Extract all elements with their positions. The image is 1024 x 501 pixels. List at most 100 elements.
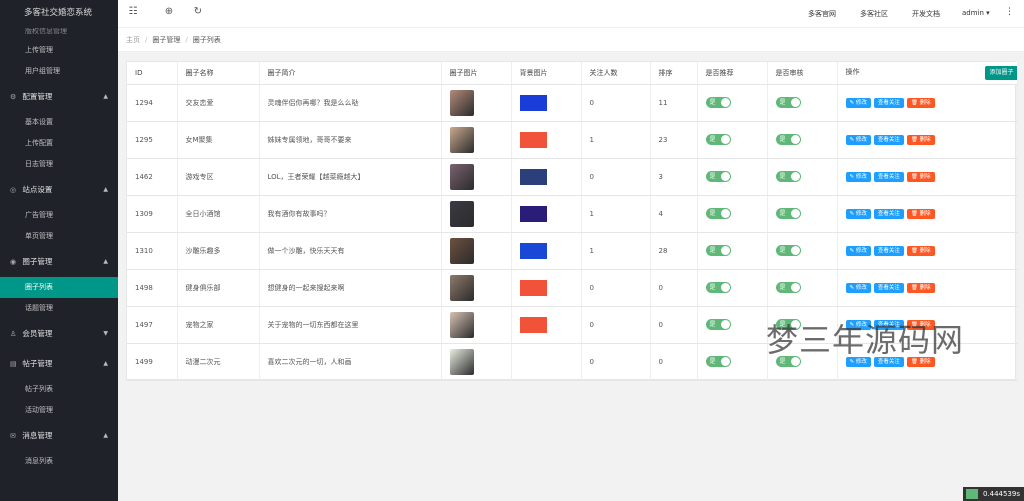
user-menu[interactable]: admin ▾ (962, 9, 990, 17)
view-follows-button[interactable]: 查看关注 (873, 282, 904, 293)
review-toggle[interactable]: 是 (775, 245, 801, 256)
cell-review: 是 (767, 269, 838, 307)
watermark: 梦三年源码网 (766, 321, 965, 359)
sidebar-item[interactable]: 话题管理 (0, 298, 118, 319)
sidebar-group[interactable]: ▤ 帖子管理 ▲ (0, 349, 118, 379)
background-image (519, 242, 547, 259)
breadcrumb-home[interactable]: 主页 (126, 36, 140, 44)
review-toggle[interactable]: 是 (775, 208, 801, 219)
toggle-label: 是 (709, 358, 716, 365)
delete-button[interactable]: 🗑 删除 (906, 245, 935, 256)
recommend-toggle[interactable]: 是 (705, 319, 731, 330)
circle-image[interactable] (449, 200, 474, 227)
sidebar-item[interactable]: 上传管理 (0, 40, 118, 61)
sidebar-group[interactable]: ✉ 消息管理 ▲ (0, 421, 118, 451)
sidebar-item[interactable]: 用户组管理 (0, 61, 118, 82)
circle-image[interactable] (449, 89, 474, 116)
recommend-toggle[interactable]: 是 (705, 356, 731, 367)
toggle-label: 是 (779, 173, 786, 180)
sidebar-group[interactable]: ◉ 圈子管理 ▲ (0, 247, 118, 277)
view-follows-button[interactable]: 查看关注 (873, 134, 904, 145)
cell-intro: LOL，王者荣耀【越菜瘾越大】 (259, 158, 442, 196)
cell-id: 1309 (127, 195, 178, 233)
link-official-site[interactable]: 多客官网 (808, 9, 836, 19)
sidebar-item[interactable]: 版权信息管理 (0, 28, 118, 40)
delete-button[interactable]: 🗑 删除 (906, 134, 935, 145)
sidebar-item[interactable]: 圈子列表 (0, 277, 118, 298)
cell-recommend: 是 (697, 269, 768, 307)
cell-actions: ✎ 修改 查看关注 🗑 删除 (837, 121, 1018, 159)
sidebar-item[interactable]: 上传配置 (0, 133, 118, 154)
edit-button[interactable]: ✎ 修改 (845, 97, 871, 108)
sidebar-group[interactable]: ⚙ 配置管理 ▲ (0, 82, 118, 112)
cell-intro: 我有酒你有故事吗？ (259, 195, 442, 233)
delete-button[interactable]: 🗑 删除 (906, 97, 935, 108)
sidebar-item[interactable]: 消息列表 (0, 451, 118, 472)
sidebar-item[interactable]: 日志管理 (0, 154, 118, 175)
recommend-toggle[interactable]: 是 (705, 208, 731, 219)
gear-icon: ⚙ (10, 93, 17, 101)
edit-button[interactable]: ✎ 修改 (845, 208, 871, 219)
more-icon[interactable]: ⋮ (1005, 7, 1014, 17)
edit-button[interactable]: ✎ 修改 (845, 134, 871, 145)
edit-button[interactable]: ✎ 修改 (845, 282, 871, 293)
view-follows-button[interactable]: 查看关注 (873, 208, 904, 219)
add-circle-button[interactable]: 添加圈子 (984, 65, 1016, 80)
circle-image[interactable] (449, 163, 474, 190)
review-toggle[interactable]: 是 (775, 97, 801, 108)
header-bg-image: 背景图片 (511, 62, 582, 85)
circle-image[interactable] (449, 274, 474, 301)
sidebar-group-label: 消息管理 (22, 431, 53, 440)
refresh-icon[interactable]: ↻ (191, 6, 205, 17)
recommend-toggle[interactable]: 是 (705, 282, 731, 293)
circle-image[interactable] (449, 237, 474, 264)
cell-follows: 0 (581, 343, 651, 381)
chevron-icon: ▲ (103, 432, 108, 439)
sidebar-item[interactable]: 帖子列表 (0, 379, 118, 400)
user-icon: ♙ (10, 330, 17, 338)
review-toggle[interactable]: 是 (775, 171, 801, 182)
cell-bg-image (511, 121, 582, 159)
view-follows-button[interactable]: 查看关注 (873, 171, 904, 182)
toggle-label: 是 (779, 99, 786, 106)
circle-image[interactable] (449, 348, 474, 375)
cell-recommend: 是 (697, 232, 768, 270)
sidebar-group[interactable]: ◎ 站点设置 ▲ (0, 175, 118, 205)
toggle-label: 是 (779, 284, 786, 291)
chevron-icon: ▲ (103, 186, 108, 193)
globe-icon[interactable]: ⊕ (162, 6, 176, 17)
delete-button[interactable]: 🗑 删除 (906, 208, 935, 219)
sidebar-item[interactable]: 活动管理 (0, 400, 118, 421)
cell-follows: 1 (581, 232, 651, 270)
toggle-label: 是 (709, 321, 716, 328)
review-toggle[interactable]: 是 (775, 282, 801, 293)
circle-image[interactable] (449, 126, 474, 153)
recommend-toggle[interactable]: 是 (705, 134, 731, 145)
collapse-menu-icon[interactable]: ☷ (126, 6, 140, 17)
edit-button[interactable]: ✎ 修改 (845, 171, 871, 182)
recommend-toggle[interactable]: 是 (705, 245, 731, 256)
delete-button[interactable]: 🗑 删除 (906, 171, 935, 182)
table-row: 1294 交友恋爱 灵魂伴侣你再哪？我是么么哒 0 11 是 是 ✎ 修改 查看关… (127, 84, 1018, 122)
sidebar-item[interactable]: 基本设置 (0, 112, 118, 133)
breadcrumb-circle-manage[interactable]: 圈子管理 (152, 36, 180, 44)
toggle-label: 是 (709, 99, 716, 106)
header-review: 是否审核 (767, 62, 838, 85)
recommend-toggle[interactable]: 是 (705, 97, 731, 108)
view-follows-button[interactable]: 查看关注 (873, 245, 904, 256)
review-toggle[interactable]: 是 (775, 134, 801, 145)
circle-image[interactable] (449, 311, 474, 338)
cell-recommend: 是 (697, 121, 768, 159)
link-dev-docs[interactable]: 开发文档 (912, 9, 940, 19)
link-community[interactable]: 多客社区 (860, 9, 888, 19)
sidebar-item[interactable]: 广告管理 (0, 205, 118, 226)
chevron-icon: ▲ (103, 258, 108, 265)
cell-image (441, 84, 512, 122)
sidebar-item[interactable]: 单页管理 (0, 226, 118, 247)
view-follows-button[interactable]: 查看关注 (873, 97, 904, 108)
delete-button[interactable]: 🗑 删除 (906, 282, 935, 293)
cell-review: 是 (767, 121, 838, 159)
edit-button[interactable]: ✎ 修改 (845, 245, 871, 256)
recommend-toggle[interactable]: 是 (705, 171, 731, 182)
sidebar-group[interactable]: ♙ 会员管理 ▼ (0, 319, 118, 349)
